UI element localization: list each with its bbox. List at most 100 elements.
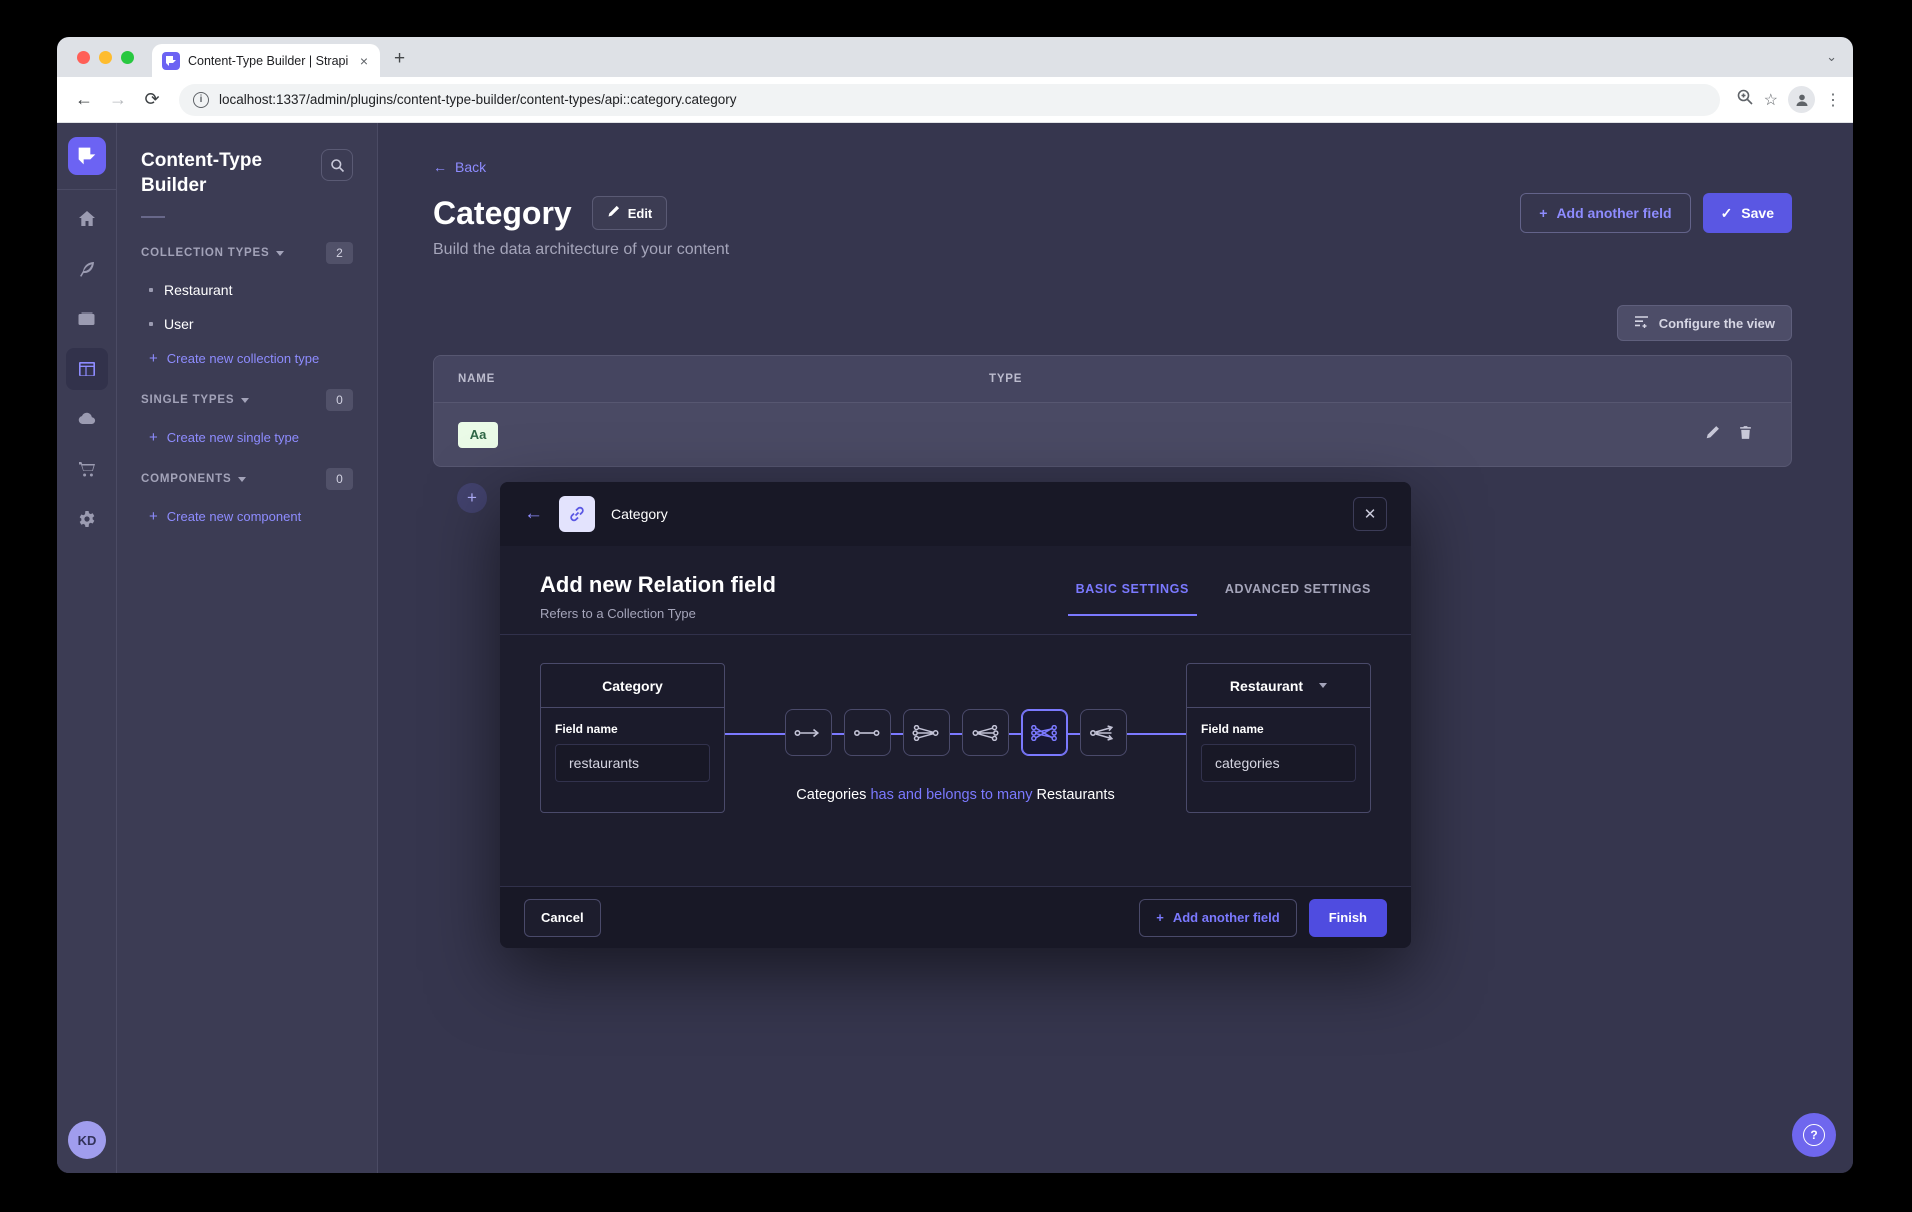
macos-traffic-lights[interactable] bbox=[77, 51, 134, 64]
delete-field-trash-icon[interactable] bbox=[1738, 425, 1753, 445]
settings-gear-icon[interactable] bbox=[66, 498, 108, 540]
single-types-count: 0 bbox=[326, 389, 353, 411]
strapi-app: KD Content-Type Builder COLLECTION TYPES… bbox=[57, 123, 1853, 1173]
strapi-logo[interactable] bbox=[68, 137, 106, 175]
browser-window: Content-Type Builder | Strapi × + ⌄ ← → … bbox=[57, 37, 1853, 1173]
new-tab-button[interactable]: + bbox=[394, 48, 405, 70]
add-another-field-button[interactable]: + Add another field bbox=[1520, 193, 1690, 233]
create-collection-type-link[interactable]: + Create new collection type bbox=[149, 350, 353, 367]
modal-breadcrumb: Category bbox=[611, 506, 668, 522]
back-link[interactable]: ← Back bbox=[433, 159, 486, 175]
list-settings-icon bbox=[1634, 315, 1649, 331]
finish-button[interactable]: Finish bbox=[1309, 899, 1387, 937]
help-button[interactable]: ? bbox=[1792, 1113, 1836, 1157]
components-count: 0 bbox=[326, 468, 353, 490]
target-type-dropdown[interactable]: Restaurant bbox=[1187, 664, 1370, 708]
modal-tabs: BASIC SETTINGS ADVANCED SETTINGS bbox=[1076, 572, 1371, 616]
tab-advanced-settings[interactable]: ADVANCED SETTINGS bbox=[1225, 582, 1371, 616]
site-info-icon[interactable]: i bbox=[193, 92, 209, 108]
source-field-name-input[interactable] bbox=[555, 744, 710, 782]
modal-back-arrow-icon[interactable]: ← bbox=[524, 503, 543, 525]
chrome-menu-icon[interactable]: ⋮ bbox=[1825, 90, 1841, 110]
screen: Content-Type Builder | Strapi × + ⌄ ← → … bbox=[0, 0, 1912, 1212]
strapi-favicon bbox=[162, 52, 180, 70]
address-bar[interactable]: i localhost:1337/admin/plugins/content-t… bbox=[179, 84, 1720, 116]
table-header-row: NAME TYPE bbox=[434, 356, 1791, 402]
home-icon[interactable] bbox=[66, 198, 108, 240]
relation-one-way-icon[interactable] bbox=[785, 709, 832, 756]
bookmark-star-icon[interactable]: ☆ bbox=[1764, 90, 1778, 110]
question-mark-icon: ? bbox=[1803, 1124, 1825, 1146]
search-button[interactable] bbox=[321, 149, 353, 181]
collection-types-header[interactable]: COLLECTION TYPES 2 bbox=[141, 242, 353, 264]
tab-title: Content-Type Builder | Strapi bbox=[188, 54, 350, 68]
close-icon[interactable]: ✕ bbox=[1353, 497, 1387, 531]
browser-toolbar: ← → ⟳ i localhost:1337/admin/plugins/con… bbox=[57, 77, 1853, 123]
save-button[interactable]: ✓ Save bbox=[1703, 193, 1792, 233]
browser-profile-avatar[interactable] bbox=[1788, 86, 1815, 113]
single-types-header[interactable]: SINGLE TYPES 0 bbox=[141, 389, 353, 411]
create-component-link[interactable]: + Create new component bbox=[149, 508, 353, 525]
modal-body: Add new Relation field Refers to a Colle… bbox=[500, 546, 1411, 886]
relation-many-to-many-icon[interactable] bbox=[1021, 709, 1068, 756]
zoom-window-button[interactable] bbox=[121, 51, 134, 64]
panel-divider bbox=[141, 216, 165, 218]
column-type: TYPE bbox=[989, 373, 1022, 385]
edit-field-pencil-icon[interactable] bbox=[1705, 425, 1720, 445]
reload-icon[interactable]: ⟳ bbox=[137, 85, 167, 115]
relation-many-way-icon[interactable] bbox=[1080, 709, 1127, 756]
edit-button[interactable]: Edit bbox=[592, 196, 668, 230]
plus-icon: + bbox=[149, 350, 158, 367]
content-type-builder-icon[interactable] bbox=[66, 348, 108, 390]
panel-title: Content-Type Builder bbox=[141, 149, 281, 198]
chevron-down-icon bbox=[1319, 683, 1327, 688]
minimize-window-button[interactable] bbox=[99, 51, 112, 64]
zoom-page-icon[interactable] bbox=[1736, 88, 1754, 111]
plus-icon: + bbox=[457, 483, 487, 513]
source-type-header: Category bbox=[541, 664, 724, 708]
sidebar-item-user[interactable]: User bbox=[149, 316, 353, 332]
cancel-button[interactable]: Cancel bbox=[524, 899, 601, 937]
chevron-down-icon bbox=[238, 477, 246, 482]
components-header[interactable]: COMPONENTS 0 bbox=[141, 468, 353, 490]
plus-icon: + bbox=[149, 508, 158, 525]
forward-icon[interactable]: → bbox=[103, 85, 133, 115]
tab-search-chevron-icon[interactable]: ⌄ bbox=[1826, 49, 1837, 65]
content-manager-feather-icon[interactable] bbox=[66, 248, 108, 290]
table-row[interactable]: Aa bbox=[434, 402, 1791, 466]
relation-link-icon bbox=[559, 496, 595, 532]
sidebar-item-restaurant[interactable]: Restaurant bbox=[149, 282, 353, 298]
cloud-icon[interactable] bbox=[66, 398, 108, 440]
url-text: localhost:1337/admin/plugins/content-typ… bbox=[219, 92, 737, 107]
arrow-left-icon: ← bbox=[433, 159, 447, 175]
tab-basic-settings[interactable]: BASIC SETTINGS bbox=[1076, 582, 1189, 616]
media-library-icon[interactable] bbox=[66, 298, 108, 340]
field-name-label: Field name bbox=[555, 722, 710, 736]
user-avatar[interactable]: KD bbox=[68, 1121, 106, 1159]
toolbar-right: ☆ ⋮ bbox=[1736, 86, 1841, 113]
text-field-badge: Aa bbox=[458, 422, 498, 448]
plus-icon: + bbox=[149, 429, 158, 446]
relation-one-to-many-icon[interactable] bbox=[962, 709, 1009, 756]
relation-many-to-one-icon[interactable] bbox=[903, 709, 950, 756]
browser-tab[interactable]: Content-Type Builder | Strapi × bbox=[152, 44, 380, 77]
plus-icon: + bbox=[1156, 910, 1164, 925]
relation-configurator: Category Field name bbox=[540, 659, 1371, 819]
configure-view-button[interactable]: Configure the view bbox=[1617, 305, 1792, 341]
content-type-builder-panel: Content-Type Builder COLLECTION TYPES 2 … bbox=[117, 123, 378, 1173]
column-name: NAME bbox=[458, 373, 495, 385]
back-icon[interactable]: ← bbox=[69, 85, 99, 115]
add-relation-modal: ← Category ✕ Add new Relation field Refe… bbox=[500, 482, 1411, 948]
relation-one-to-one-icon[interactable] bbox=[844, 709, 891, 756]
close-window-button[interactable] bbox=[77, 51, 90, 64]
collection-types-count: 2 bbox=[326, 242, 353, 264]
field-name-label: Field name bbox=[1201, 722, 1356, 736]
marketplace-cart-icon[interactable] bbox=[66, 448, 108, 490]
main-nav-rail: KD bbox=[57, 123, 117, 1173]
tab-close-icon[interactable]: × bbox=[358, 52, 370, 70]
target-field-name-input[interactable] bbox=[1201, 744, 1356, 782]
modal-add-another-field-button[interactable]: + Add another field bbox=[1139, 899, 1296, 937]
check-icon: ✓ bbox=[1721, 205, 1733, 222]
create-single-type-link[interactable]: + Create new single type bbox=[149, 429, 353, 446]
bullet-icon bbox=[149, 288, 153, 292]
